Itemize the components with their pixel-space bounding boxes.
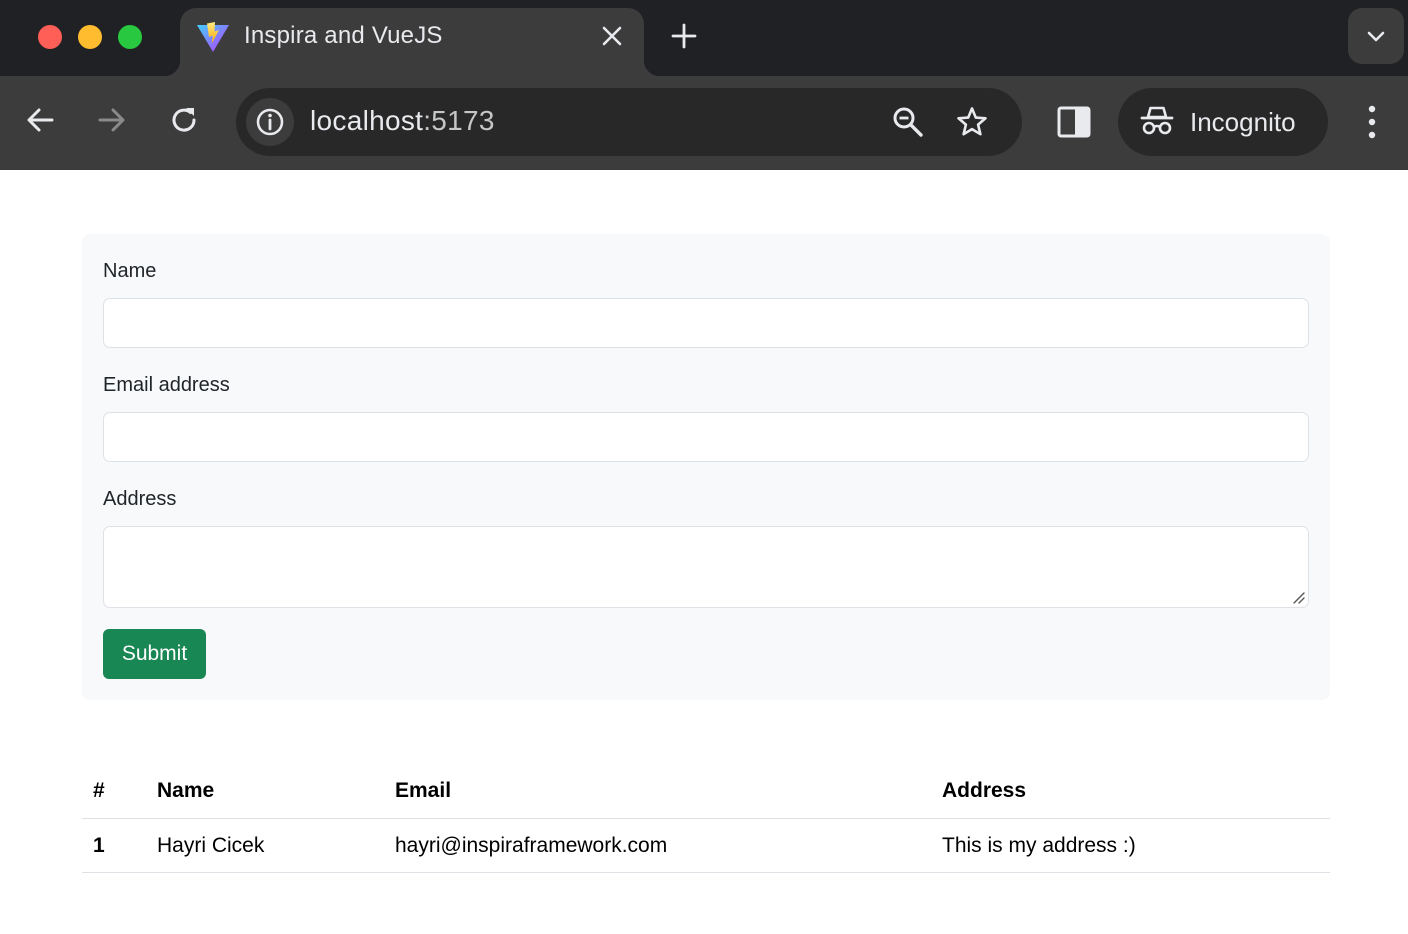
resize-handle-icon[interactable] bbox=[1291, 590, 1305, 604]
more-options-icon[interactable] bbox=[1356, 102, 1388, 142]
url-text: localhost:5173 bbox=[310, 105, 495, 137]
reload-icon[interactable] bbox=[168, 104, 200, 136]
row-address: This is my address :) bbox=[942, 833, 1136, 857]
row-email: hayri@inspiraframework.com bbox=[395, 833, 668, 857]
forward-arrow-icon[interactable] bbox=[96, 104, 128, 136]
contacts-table: # Name Email Address 1 Hayri Cicek hayri… bbox=[82, 764, 1330, 873]
contact-form: Name Email address Address Submit bbox=[82, 234, 1330, 700]
email-label: Email address bbox=[103, 374, 230, 396]
incognito-label: Incognito bbox=[1190, 107, 1296, 137]
close-window-button[interactable] bbox=[38, 25, 62, 49]
close-tab-icon[interactable] bbox=[600, 24, 624, 48]
table-row: 1 Hayri Cicek hayri@inspiraframework.com… bbox=[82, 819, 1330, 873]
header-address: Address bbox=[942, 779, 1027, 802]
chevron-down-icon bbox=[1367, 31, 1385, 42]
page-content: Name Email address Address Submit # Name… bbox=[0, 170, 1408, 934]
address-bar[interactable]: localhost:5173 bbox=[236, 88, 1022, 156]
address-label: Address bbox=[103, 488, 177, 510]
tab-title: Inspira and VueJS bbox=[244, 22, 443, 49]
minimize-window-button[interactable] bbox=[78, 25, 102, 49]
zoom-icon[interactable] bbox=[892, 106, 924, 138]
incognito-badge[interactable]: Incognito bbox=[1118, 88, 1328, 156]
header-name: Name bbox=[157, 779, 215, 802]
bookmark-star-icon[interactable] bbox=[956, 106, 988, 138]
table-header-row: # Name Email Address bbox=[82, 764, 1330, 819]
incognito-icon bbox=[1140, 106, 1174, 135]
address-textarea[interactable] bbox=[103, 526, 1309, 608]
tab-strip: Inspira and VueJS bbox=[0, 0, 1408, 76]
header-index: # bbox=[93, 779, 105, 802]
maximize-window-button[interactable] bbox=[118, 25, 142, 49]
info-icon bbox=[256, 108, 284, 136]
side-panel-icon[interactable] bbox=[1056, 104, 1092, 140]
browser-toolbar: localhost:5173 Incognito bbox=[0, 76, 1408, 170]
name-input[interactable] bbox=[103, 298, 1309, 348]
site-info-button[interactable] bbox=[246, 98, 294, 146]
tab-search-button[interactable] bbox=[1348, 8, 1404, 64]
url-port: :5173 bbox=[423, 105, 495, 136]
row-index: 1 bbox=[93, 833, 105, 857]
browser-chrome: Inspira and VueJS localhost:5173 Incogni… bbox=[0, 0, 1408, 170]
back-arrow-icon[interactable] bbox=[24, 104, 56, 136]
row-name: Hayri Cicek bbox=[157, 833, 265, 857]
vite-logo-icon bbox=[196, 20, 230, 54]
name-label: Name bbox=[103, 260, 157, 282]
header-email: Email bbox=[395, 779, 452, 802]
url-host: localhost bbox=[310, 105, 424, 136]
active-tab[interactable]: Inspira and VueJS bbox=[164, 8, 660, 76]
submit-button[interactable]: Submit bbox=[103, 629, 206, 679]
new-tab-icon[interactable] bbox=[670, 22, 698, 50]
email-input[interactable] bbox=[103, 412, 1309, 462]
